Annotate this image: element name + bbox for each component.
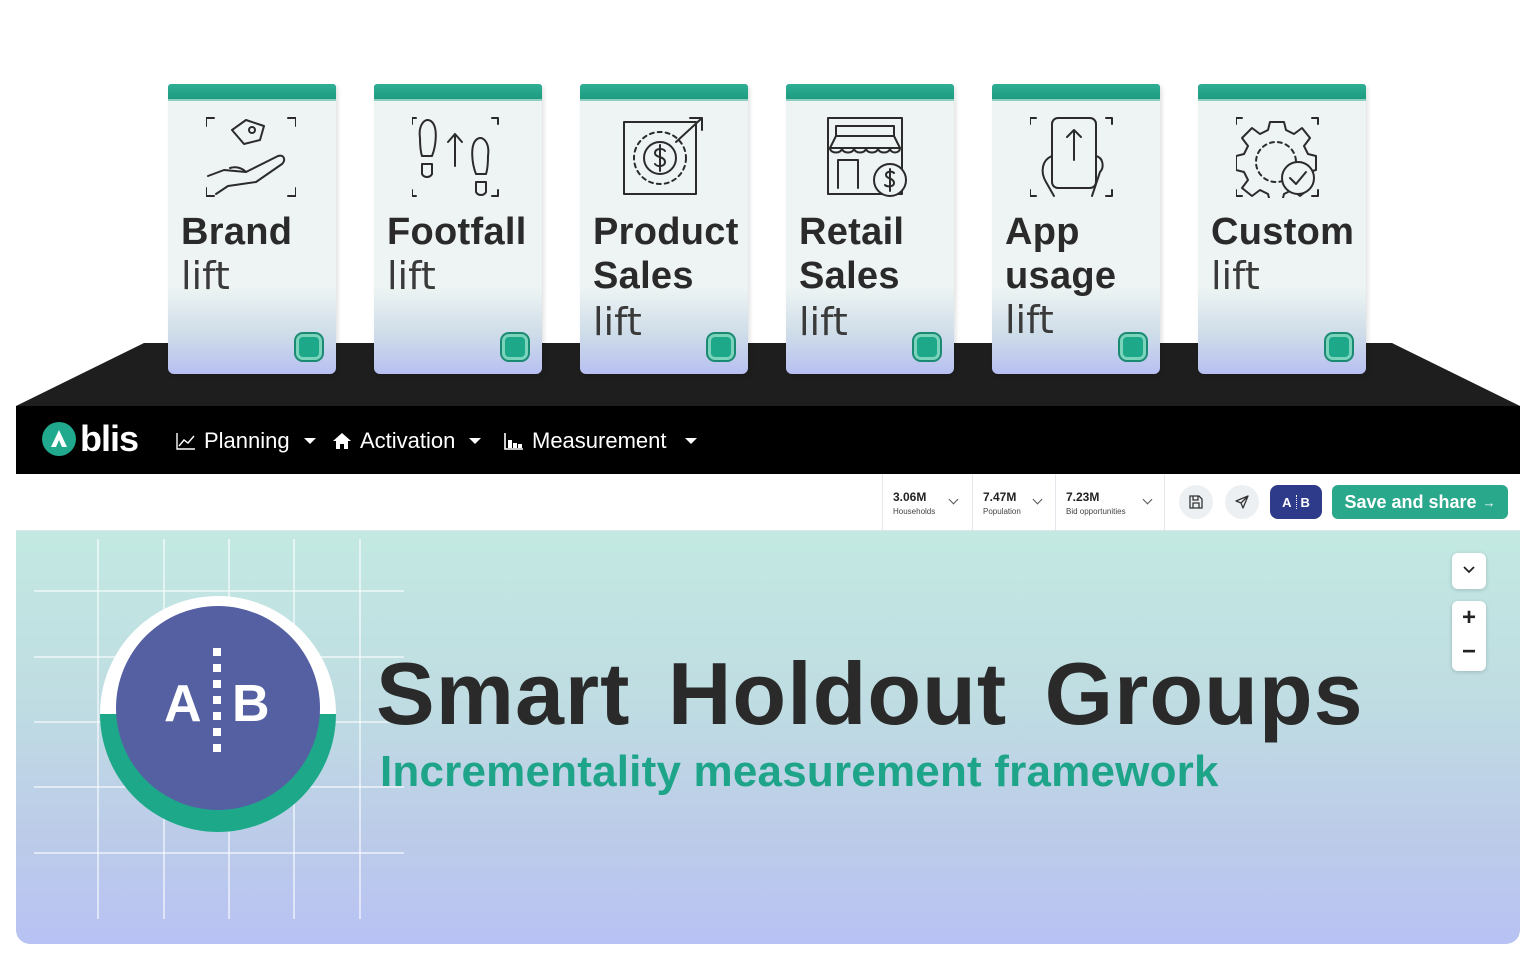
- map-collapse-control: [1452, 553, 1486, 589]
- caret-down-icon: [684, 438, 697, 444]
- hand-tag-icon: [206, 117, 296, 197]
- nav-planning[interactable]: Planning: [176, 428, 316, 454]
- box-cap: [786, 84, 954, 101]
- nav-measurement[interactable]: Measurement: [504, 428, 697, 454]
- ab-badge-graphic: [100, 596, 336, 832]
- ab-badge-b: B: [232, 675, 270, 733]
- metric-value: 7.23M: [1066, 490, 1100, 504]
- line-chart-icon: [176, 433, 195, 450]
- ab-label-b: B: [1300, 494, 1310, 510]
- gear-check-icon: [1236, 117, 1319, 198]
- box-subtitle: lift: [387, 254, 436, 298]
- map-canvas[interactable]: + − A B Smart Holdout Groups Incremental…: [16, 531, 1520, 944]
- box-cap: [1198, 84, 1366, 101]
- product-box-footfall-lift: Footfall lift: [374, 84, 542, 374]
- status-indicator: [914, 334, 940, 360]
- floppy-disk-icon: [1189, 495, 1203, 509]
- box-subtitle: lift: [1211, 254, 1260, 298]
- ab-test-button[interactable]: A B: [1270, 485, 1322, 519]
- send-button[interactable]: [1225, 485, 1259, 519]
- home-icon: [333, 433, 351, 449]
- product-box-custom-lift: Custom lift: [1198, 84, 1366, 374]
- box-cap: [580, 84, 748, 101]
- status-indicator: [1120, 334, 1146, 360]
- top-nav: blis Planning Activation Measurement: [16, 406, 1520, 474]
- metric-households[interactable]: 3.06M Households: [882, 474, 972, 530]
- caret-down-icon: [303, 438, 316, 444]
- app-window: blis Planning Activation Measurement 3.0…: [16, 406, 1520, 944]
- nav-activation[interactable]: Activation: [332, 428, 482, 454]
- metric-label: Bid opportunities: [1066, 507, 1126, 516]
- save-and-share-button[interactable]: Save and share →: [1332, 485, 1508, 519]
- bar-chart-icon: [504, 433, 523, 450]
- zoom-out-button[interactable]: −: [1452, 635, 1486, 669]
- box-title: Brand: [181, 211, 293, 253]
- collapse-button[interactable]: [1452, 553, 1486, 587]
- box-title: App usage: [1005, 211, 1117, 297]
- box-subtitle: lift: [799, 300, 848, 344]
- zoom-in-button[interactable]: +: [1452, 601, 1486, 635]
- box-cap: [374, 84, 542, 101]
- box-cap: [992, 84, 1160, 101]
- nav-label: Planning: [204, 428, 290, 453]
- save-draft-button[interactable]: [1179, 485, 1213, 519]
- paper-plane-icon: [1235, 495, 1249, 509]
- box-cap: [168, 84, 336, 101]
- status-indicator: [1326, 334, 1352, 360]
- box-title: Footfall: [387, 211, 527, 253]
- box-title: Custom: [1211, 211, 1355, 253]
- chevron-down-icon: [1463, 566, 1475, 574]
- zoom-control: + −: [1452, 601, 1486, 671]
- ab-badge-a: A: [164, 675, 202, 733]
- nav-label: Measurement: [532, 428, 667, 453]
- box-subtitle: lift: [181, 254, 230, 298]
- product-box-brand-lift: Brand lift: [168, 84, 336, 374]
- blis-logo-mark-icon: [42, 422, 76, 456]
- ab-divider: [1295, 495, 1297, 509]
- caret-down-icon: [469, 438, 482, 444]
- metric-bid-opportunities[interactable]: 7.23M Bid opportunities: [1055, 474, 1165, 530]
- blis-logo[interactable]: blis: [42, 418, 139, 459]
- logo-text: blis: [80, 418, 139, 459]
- ab-logo-badge: A B: [100, 596, 336, 832]
- status-indicator: [708, 334, 734, 360]
- toolbar: 3.06M Households 7.47M Population 7.23M …: [16, 474, 1520, 531]
- dollar-growth-icon: [623, 117, 703, 195]
- status-indicator: [502, 334, 528, 360]
- nav-label: Activation: [360, 428, 456, 453]
- hero-subline: Incrementality measurement framework: [380, 747, 1219, 796]
- product-box-retail-sales-lift: Retail Sales lift: [786, 84, 954, 374]
- product-box-product-sales-lift: Product Sales lift: [580, 84, 748, 374]
- phone-tap-icon: [1030, 117, 1113, 197]
- storefront-icon: [827, 117, 907, 197]
- ab-label-a: A: [1282, 494, 1292, 510]
- footsteps-icon: [412, 117, 499, 197]
- box-subtitle: lift: [1005, 298, 1054, 342]
- save-and-share-label: Save and share: [1344, 491, 1477, 512]
- metric-label: Population: [983, 507, 1021, 516]
- hero-headline: Smart Holdout Groups: [376, 644, 1364, 743]
- arrow-right-icon: →: [1482, 494, 1496, 510]
- metric-label: Households: [893, 507, 936, 516]
- box-subtitle: lift: [593, 300, 642, 344]
- box-title: Retail Sales: [799, 211, 905, 297]
- product-box-app-usage-lift: App usage lift: [992, 84, 1160, 374]
- metric-population[interactable]: 7.47M Population: [972, 474, 1055, 530]
- status-indicator: [296, 334, 322, 360]
- box-title: Product Sales: [593, 211, 739, 297]
